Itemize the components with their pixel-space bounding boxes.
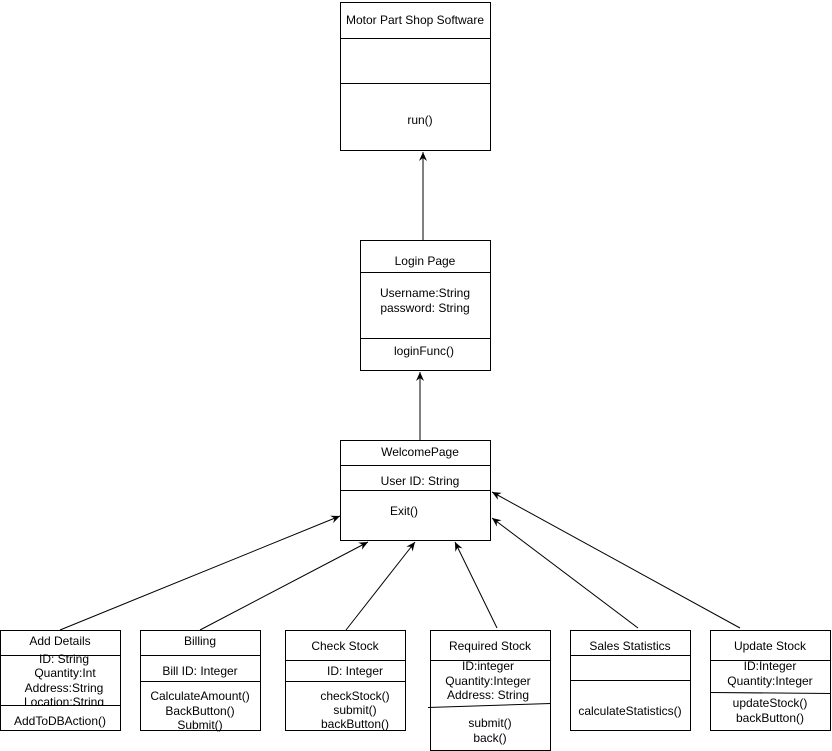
method: run() xyxy=(407,113,432,127)
method: calculateStatistics() xyxy=(578,704,681,718)
class-update-stock: Update Stock ID:Integer Quantity:Integer… xyxy=(710,630,831,731)
edge-required-to-welcome xyxy=(454,541,498,629)
method: Exit() xyxy=(390,504,418,518)
method: backButton() xyxy=(736,711,804,725)
method: BackButton() xyxy=(165,704,234,718)
attribute: Address:String xyxy=(25,681,104,695)
class-name: Required Stock xyxy=(449,639,532,653)
method: loginFunc() xyxy=(394,344,454,358)
class-name: Update Stock xyxy=(734,639,807,653)
edge-sales-to-welcome xyxy=(491,517,639,629)
attribute: Quantity:Integer xyxy=(727,674,812,688)
class-name: Motor Part Shop Software xyxy=(346,13,484,27)
attribute: Quantity:Int xyxy=(34,666,96,680)
method: AddToDBAction() xyxy=(14,714,106,728)
method: backButton() xyxy=(321,717,389,731)
class-name: Add Details xyxy=(29,634,90,648)
class-name: Check Stock xyxy=(311,639,379,653)
method: back() xyxy=(473,731,506,745)
class-name: Login Page xyxy=(395,254,456,268)
attribute: Quantity:Integer xyxy=(445,674,530,688)
attribute: ID:integer xyxy=(462,659,514,673)
class-add-details: Add Details ID: String Quantity:Int Addr… xyxy=(0,630,121,731)
attribute: ID:Integer xyxy=(744,659,797,673)
method: updateStock() xyxy=(733,696,808,710)
attribute: Bill ID: Integer xyxy=(162,664,237,678)
class-login-page: Login Page Username:String password: Str… xyxy=(360,240,491,371)
uml-class-diagram: Motor Part Shop Software run() Login Pag… xyxy=(0,2,831,751)
class-name: WelcomePage xyxy=(381,445,459,459)
attribute: Address: String xyxy=(447,688,529,702)
class-required-stock: Required Stock ID:integer Quantity:Integ… xyxy=(427,630,551,751)
edge-add-to-welcome xyxy=(59,515,341,631)
method: CalculateAmount() xyxy=(150,689,249,703)
attribute: ID: String xyxy=(39,652,89,666)
class-check-stock: Check Stock ID: Integer checkStock() sub… xyxy=(285,630,406,731)
method: submit() xyxy=(333,703,376,717)
method: Submit() xyxy=(177,718,222,732)
edge-billing-to-welcome xyxy=(199,541,369,631)
attribute: ID: Integer xyxy=(327,664,383,678)
edge-check-to-welcome xyxy=(345,541,416,631)
attribute: User ID: String xyxy=(381,474,460,488)
edge-update-to-welcome xyxy=(491,491,741,629)
attribute: password: String xyxy=(380,301,469,315)
attribute: Username:String xyxy=(380,286,470,300)
class-welcome-page: WelcomePage User ID: String Exit() xyxy=(340,440,491,541)
class-motor-part-shop-software: Motor Part Shop Software run() xyxy=(340,2,491,151)
class-sales-statistics: Sales Statistics calculateStatistics() xyxy=(570,630,691,731)
class-name: Billing xyxy=(184,634,216,648)
method: submit() xyxy=(468,716,511,730)
class-name: Sales Statistics xyxy=(589,639,670,653)
class-billing: Billing Bill ID: Integer CalculateAmount… xyxy=(140,630,261,732)
method: checkStock() xyxy=(320,689,389,703)
